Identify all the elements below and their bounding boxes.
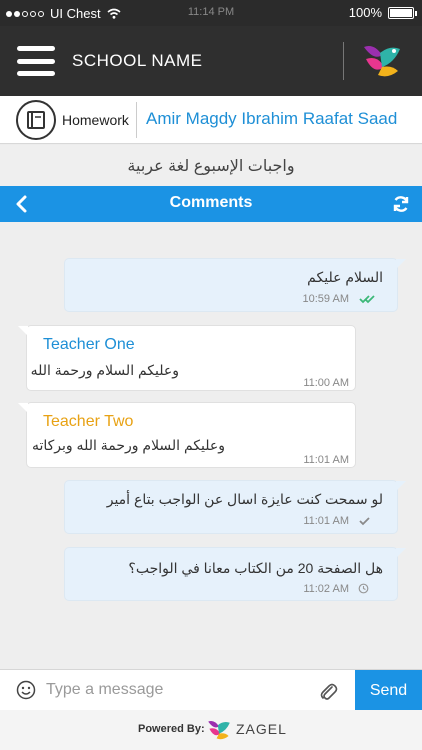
message-time: 11:01 AM [303,454,349,466]
zagel-logo-icon [208,721,230,740]
double-check-icon [359,295,375,304]
message-time: 11:01 AM [303,515,349,527]
status-right: 100% [348,5,417,20]
app-logo-icon [364,46,400,77]
app-header: SCHOOL NAME [0,26,422,96]
student-name: Amir Magdy Ibrahim Raafat Saad [146,109,398,128]
message-text: هل الصفحة 20 من الكتاب معانا في الواجب؟ [128,560,383,576]
homework-label: Homework [62,112,129,128]
message-time: 11:00 AM [303,377,349,389]
comments-bar: Comments [0,186,422,222]
homework-title: واجبات الإسبوع لغة عربية [0,145,422,186]
battery-icon [388,6,417,19]
message-input-bar: Send [0,669,422,711]
sub-header: Homework Amir Magdy Ibrahim Raafat Saad [0,96,422,144]
sender-name: Teacher Two [43,413,134,430]
sub-divider [136,102,137,138]
message-bubble-incoming[interactable]: Teacher One وعليكم السلام ورحمة الله 11:… [18,325,356,391]
comments-title: Comments [169,194,253,211]
emoji-icon[interactable] [16,680,36,700]
status-bar: UI Chest 11:14 PM 100% [0,0,422,26]
battery-percent: 100% [348,5,382,20]
footer: Powered By: ZAGEL [0,710,422,750]
menu-icon[interactable] [17,46,55,76]
single-check-icon [359,517,370,526]
message-bubble-outgoing[interactable]: هل الصفحة 20 من الكتاب معانا في الواجب؟ … [64,547,406,601]
message-text: السلام عليكم [307,269,383,285]
book-icon[interactable] [16,100,56,140]
message-bubble-outgoing[interactable]: السلام عليكم 10:59 AM [64,258,406,312]
message-input[interactable] [46,678,306,702]
header-divider [343,42,344,80]
message-time: 11:02 AM [303,583,349,595]
send-button[interactable]: Send [355,670,422,711]
school-name: SCHOOL NAME [72,51,203,70]
message-time: 10:59 AM [302,293,349,305]
refresh-icon[interactable] [392,195,410,213]
attachment-icon[interactable] [318,680,338,702]
clock-icon [358,583,369,594]
message-text: لو سمحت كنت عايزة اسال عن الواجب بتاع أم… [106,491,383,507]
sender-name: Teacher One [43,336,135,353]
message-text: وعليكم السلام ورحمة الله وبركاته [31,437,225,453]
brand-name: ZAGEL [236,721,287,737]
message-text: وعليكم السلام ورحمة الله [30,362,179,378]
message-bubble-incoming[interactable]: Teacher Two وعليكم السلام ورحمة الله وبر… [18,402,356,468]
message-bubble-outgoing[interactable]: لو سمحت كنت عايزة اسال عن الواجب بتاع أم… [64,480,406,534]
powered-by-label: Powered By: [138,723,205,735]
chat-area[interactable]: السلام عليكم 10:59 AM Teacher One وعليكم… [0,222,422,669]
